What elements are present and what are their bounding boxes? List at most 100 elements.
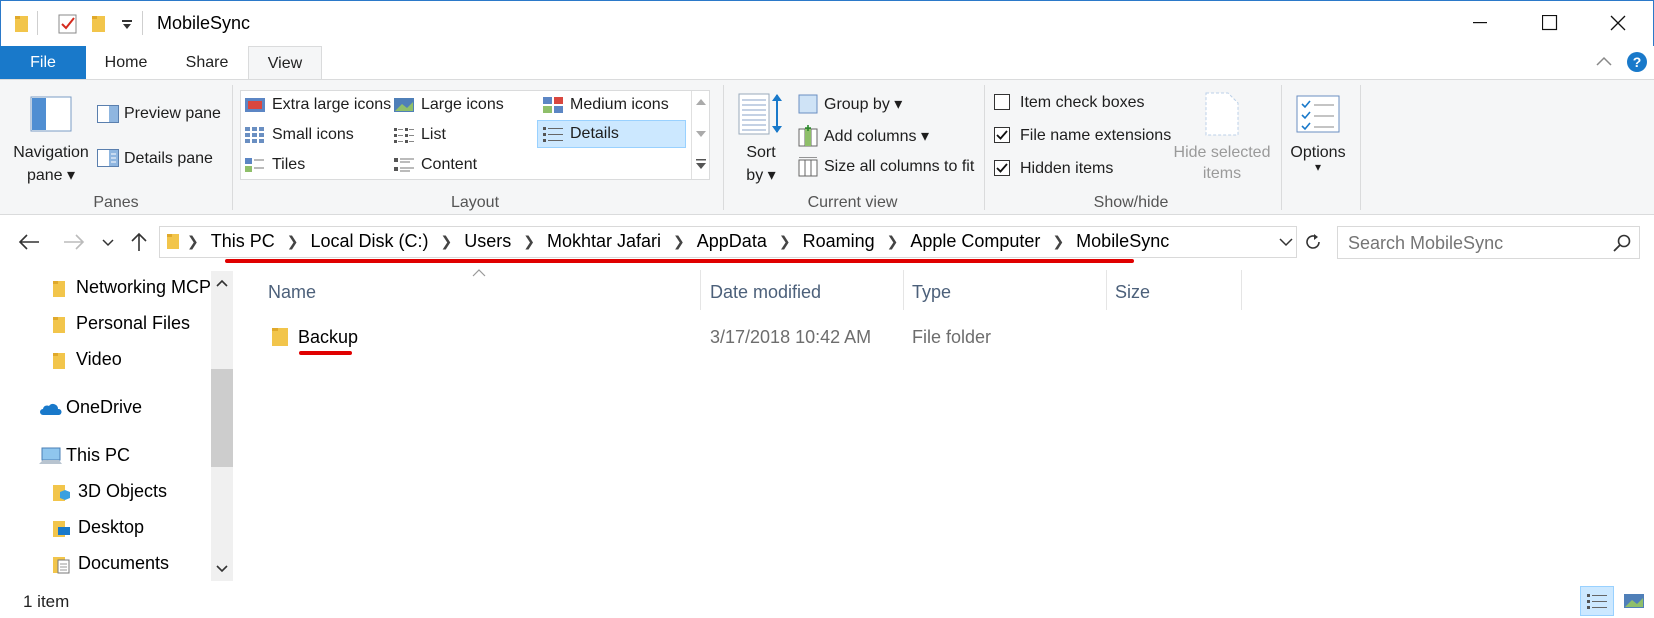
sort-by-icon[interactable] — [738, 92, 784, 136]
nav-item-networking-mcp[interactable]: Networking MCP — [52, 277, 211, 298]
breadcrumb-separator[interactable]: ❯ — [779, 233, 791, 250]
up-button[interactable] — [130, 232, 148, 252]
hide-selected-items-button[interactable]: Hide selected — [1170, 144, 1274, 162]
sort-by-label[interactable]: Sort — [738, 144, 784, 162]
sort-by-label-2[interactable]: by ▾ — [738, 165, 784, 185]
new-folder-icon[interactable] — [91, 13, 107, 33]
layout-list[interactable]: List — [393, 121, 446, 149]
scroll-up-icon[interactable] — [696, 99, 706, 105]
size-all-columns-button[interactable]: Size all columns to fit — [824, 158, 974, 176]
nav-item-desktop[interactable]: Desktop — [52, 517, 144, 538]
scroll-down-icon[interactable] — [216, 565, 228, 573]
layout-extra-large-icons[interactable]: Extra large icons — [244, 91, 391, 119]
column-header-type[interactable]: Type — [912, 282, 951, 303]
search-box[interactable] — [1337, 226, 1640, 259]
collapse-ribbon-icon[interactable] — [1596, 56, 1612, 66]
layout-small-icons[interactable]: Small icons — [244, 121, 354, 149]
breadcrumb-separator[interactable]: ❯ — [523, 233, 535, 250]
nav-item-video[interactable]: Video — [52, 349, 122, 370]
options-icon[interactable] — [1296, 95, 1340, 133]
address-dropdown-button[interactable] — [1279, 238, 1293, 247]
options-dropdown-arrow[interactable]: ▾ — [1282, 160, 1354, 174]
minimize-button[interactable] — [1445, 1, 1515, 45]
nav-item-this-pc[interactable]: This PC — [38, 445, 130, 466]
column-divider[interactable] — [1106, 270, 1107, 310]
breadcrumb-separator[interactable]: ❯ — [441, 233, 453, 250]
back-button[interactable] — [18, 233, 40, 251]
column-divider[interactable] — [1241, 270, 1242, 310]
item-check-boxes-checkbox[interactable] — [994, 94, 1010, 110]
help-icon[interactable]: ? — [1626, 51, 1648, 73]
ribbon-tab-bar: File Home Share View ? — [0, 46, 1654, 81]
current-view-group-label: Current view — [807, 194, 898, 211]
details-view-button[interactable] — [1580, 586, 1614, 616]
breadcrumb-separator[interactable]: ❯ — [287, 233, 299, 250]
hidden-items-label[interactable]: Hidden items — [1020, 160, 1113, 178]
layout-tiles[interactable]: Tiles — [244, 151, 305, 179]
breadcrumb-item[interactable]: Apple Computer — [910, 231, 1040, 252]
file-name-extensions-label[interactable]: File name extensions — [1020, 127, 1171, 145]
breadcrumb-item[interactable]: Roaming — [803, 231, 875, 252]
nav-item-3d-objects[interactable]: 3D Objects — [52, 481, 167, 502]
properties-icon[interactable] — [58, 12, 78, 34]
navigation-pane-label[interactable]: Navigation — [12, 144, 90, 162]
tab-home[interactable]: Home — [86, 46, 166, 80]
breadcrumb-separator[interactable]: ❯ — [673, 233, 685, 250]
breadcrumb-item[interactable]: AppData — [697, 231, 767, 252]
recent-locations-button[interactable] — [102, 239, 114, 247]
forward-button[interactable] — [63, 233, 85, 251]
details-pane-button[interactable]: Details pane — [124, 150, 213, 168]
layout-medium-icons[interactable]: Medium icons — [542, 91, 669, 119]
column-header-size[interactable]: Size — [1115, 282, 1150, 303]
breadcrumb-item[interactable]: Users — [464, 231, 511, 252]
tab-file[interactable]: File — [0, 46, 86, 80]
folder-icon — [271, 325, 289, 347]
scroll-down-icon[interactable] — [696, 131, 706, 137]
breadcrumb-separator[interactable]: ❯ — [187, 233, 199, 250]
layout-details[interactable]: Details — [537, 120, 686, 148]
annotation-underline — [299, 351, 352, 355]
layout-gallery-scroll[interactable] — [691, 91, 709, 179]
column-divider[interactable] — [700, 270, 701, 310]
item-check-boxes-label[interactable]: Item check boxes — [1020, 94, 1145, 112]
breadcrumb-item[interactable]: Mokhtar Jafari — [547, 231, 661, 252]
customize-toolbar-icon[interactable] — [121, 19, 133, 31]
large-icons-view-button[interactable] — [1618, 586, 1650, 616]
column-divider[interactable] — [903, 270, 904, 310]
refresh-button[interactable] — [1304, 233, 1322, 251]
navigation-pane-label-2[interactable]: pane ▾ — [12, 165, 90, 185]
breadcrumb-separator[interactable]: ❯ — [887, 233, 899, 250]
file-date-modified: 3/17/2018 10:42 AM — [710, 327, 872, 347]
file-name[interactable]: Backup — [298, 327, 358, 348]
preview-pane-icon — [97, 105, 119, 123]
hide-selected-items-label-2[interactable]: items — [1170, 165, 1274, 183]
add-columns-button[interactable]: Add columns ▾ — [824, 126, 929, 146]
nav-pane-scrollbar[interactable] — [211, 271, 233, 581]
scroll-up-icon[interactable] — [216, 279, 228, 287]
breadcrumb-item[interactable]: Local Disk (C:) — [310, 231, 428, 252]
hidden-items-checkbox[interactable] — [994, 160, 1010, 176]
navigation-pane-icon[interactable] — [30, 96, 72, 132]
search-input[interactable] — [1348, 231, 1598, 255]
breadcrumb-separator[interactable]: ❯ — [1052, 233, 1064, 250]
nav-item-onedrive[interactable]: OneDrive — [38, 397, 142, 418]
column-header-date-modified[interactable]: Date modified — [710, 282, 821, 303]
close-button[interactable] — [1583, 1, 1653, 45]
nav-item-documents[interactable]: Documents — [52, 553, 169, 574]
breadcrumb-item[interactable]: This PC — [211, 231, 275, 252]
layout-large-icons[interactable]: Large icons — [393, 91, 504, 119]
tab-share[interactable]: Share — [166, 46, 248, 80]
nav-item-personal-files[interactable]: Personal Files — [52, 313, 190, 334]
search-icon[interactable] — [1613, 234, 1631, 252]
file-name-extensions-checkbox[interactable] — [994, 127, 1010, 143]
maximize-button[interactable] — [1515, 1, 1585, 45]
tab-view[interactable]: View — [248, 46, 322, 81]
preview-pane-button[interactable]: Preview pane — [124, 105, 221, 123]
table-row[interactable]: Backup 3/17/2018 10:42 AM File folder — [260, 318, 1260, 358]
scrollbar-thumb[interactable] — [211, 369, 233, 467]
breadcrumb-item[interactable]: MobileSync — [1076, 231, 1169, 252]
group-by-button[interactable]: Group by ▾ — [824, 94, 902, 114]
layout-content[interactable]: Content — [393, 151, 477, 179]
expand-gallery-icon[interactable] — [696, 159, 706, 169]
column-header-name[interactable]: Name — [268, 282, 316, 303]
